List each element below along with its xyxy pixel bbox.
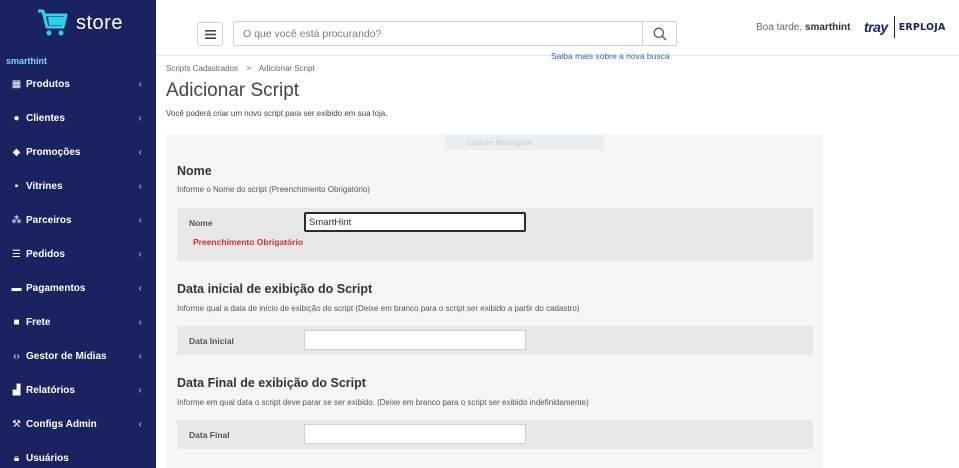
sidebar-item-pagamentos[interactable]: ▬ Pagamentos ‹ bbox=[0, 271, 156, 305]
section-desc-nome: Informe o Nome do script (Preenchimento … bbox=[177, 185, 370, 194]
erploja-logo: ERPLOJA bbox=[898, 21, 946, 33]
sidebar-item-label: Gestor de Mídias bbox=[26, 350, 107, 362]
section-title-data-inicial: Data inicial de exibição do Script bbox=[177, 282, 373, 296]
user-icon: ● bbox=[13, 112, 20, 124]
store-logo[interactable]: store bbox=[36, 8, 123, 38]
chevron-left-icon: ‹ bbox=[138, 215, 142, 226]
search-icon bbox=[653, 27, 666, 40]
box-icon: ▦ bbox=[11, 78, 22, 90]
end-date-field[interactable] bbox=[304, 424, 526, 444]
sidebar-item-label: Usuários bbox=[26, 452, 69, 464]
grid-icon: ▪ bbox=[14, 180, 19, 192]
name-field[interactable] bbox=[304, 212, 526, 232]
truck-icon: ■ bbox=[13, 316, 20, 328]
sidebar-item-label: Configs Admin bbox=[26, 418, 97, 430]
sidebar-item-vitrines[interactable]: ▪ Vitrines ‹ bbox=[0, 169, 156, 203]
section-desc-data-final: Informe em qual data o script deve parar… bbox=[177, 398, 589, 407]
section-desc-data-inicial: Informe qual a data de início de exibiçã… bbox=[177, 304, 580, 313]
code-icon: ‹› bbox=[13, 350, 20, 362]
sidebar-item-label: Pagamentos bbox=[26, 282, 86, 294]
greeting-user: smarthint bbox=[804, 22, 851, 33]
search-info-link[interactable]: Saiba mais sobre a nova busca bbox=[551, 51, 670, 61]
field-row-nome: Nome Preenchimento Obrigatório bbox=[177, 208, 813, 261]
tag-icon: ◆ bbox=[12, 146, 21, 158]
sidebar-item-produtos[interactable]: ▦ Produtos ‹ bbox=[0, 67, 156, 101]
field-label-data-inicial: Data Inicial bbox=[189, 336, 234, 346]
search-box bbox=[233, 21, 678, 46]
card-icon: ▬ bbox=[11, 282, 22, 294]
capture-overlay-label: Capture Retangular bbox=[467, 138, 533, 147]
field-row-data-inicial: Data Inicial bbox=[177, 326, 813, 355]
search-button[interactable] bbox=[642, 22, 676, 45]
chevron-left-icon: ‹ bbox=[138, 419, 142, 430]
field-label-nome: Nome bbox=[189, 218, 213, 228]
chevron-left-icon: ‹ bbox=[138, 317, 142, 328]
sidebar-item-frete[interactable]: ■ Frete ‹ bbox=[0, 305, 156, 339]
lock-icon: 🔒︎ bbox=[13, 452, 20, 464]
greeting-prefix: Boa tarde, bbox=[756, 22, 803, 33]
sidebar-item-pedidos[interactable]: ☰ Pedidos ‹ bbox=[0, 237, 156, 271]
chevron-left-icon: ‹ bbox=[138, 249, 142, 260]
required-error-message: Preenchimento Obrigatório bbox=[193, 237, 304, 247]
search-input[interactable] bbox=[234, 22, 678, 45]
list-icon: ☰ bbox=[12, 248, 21, 260]
chevron-left-icon: ‹ bbox=[138, 283, 142, 294]
sidebar-item-label: Produtos bbox=[26, 78, 70, 90]
sidebar-nav: ▦ Produtos ‹ ● Clientes ‹ ◆ Promoções ‹ … bbox=[0, 67, 156, 468]
sidebar-item-label: Parceiros bbox=[26, 214, 72, 226]
sidebar-item-label: Promoções bbox=[26, 146, 81, 158]
sidebar-item-configs-admin[interactable]: ⚒ Configs Admin ‹ bbox=[0, 407, 156, 441]
greeting: Boa tarde, smarthint bbox=[756, 22, 851, 33]
page-description: Você poderá criar um novo script para se… bbox=[166, 109, 388, 118]
cart-icon bbox=[38, 9, 68, 36]
sidebar-item-clientes[interactable]: ● Clientes ‹ bbox=[0, 101, 156, 135]
sidebar-item-label: Relatórios bbox=[26, 384, 75, 396]
brand-divider bbox=[893, 16, 895, 38]
chevron-left-icon: ‹ bbox=[138, 113, 142, 124]
sidebar-item-gestor-de-midias[interactable]: ‹› Gestor de Mídias ‹ bbox=[0, 339, 156, 373]
top-bar: Saiba mais sobre a nova busca Boa tarde,… bbox=[156, 0, 959, 61]
breadcrumb-item[interactable]: Scripts Cadastrados bbox=[166, 64, 238, 73]
store-name: smarthint bbox=[6, 56, 48, 66]
chevron-left-icon: ‹ bbox=[138, 385, 142, 396]
wrench-icon: ⚒ bbox=[12, 418, 21, 430]
chart-icon: ▟ bbox=[12, 384, 21, 396]
chevron-left-icon: ‹ bbox=[138, 147, 142, 158]
page-title: Adicionar Script bbox=[166, 80, 300, 101]
sidebar-item-label: Frete bbox=[26, 316, 51, 328]
breadcrumb-item: Adicionar Script bbox=[258, 64, 315, 73]
chevron-left-icon: ‹ bbox=[138, 181, 142, 192]
brand-logo: tray ERPLOJA bbox=[864, 16, 946, 38]
menu-toggle-button[interactable] bbox=[197, 22, 223, 46]
chevron-left-icon: ‹ bbox=[138, 79, 142, 90]
section-title-data-final: Data Final de exibição do Script bbox=[177, 376, 366, 390]
sidebar-item-label: Vitrines bbox=[26, 180, 63, 192]
capture-overlay: Capture Retangular bbox=[445, 135, 604, 150]
sidebar-item-label: Clientes bbox=[26, 112, 65, 124]
logo-text: store bbox=[76, 11, 123, 34]
section-title-nome: Nome bbox=[177, 164, 212, 178]
tray-logo: tray bbox=[864, 19, 888, 35]
sidebar-item-promocoes[interactable]: ◆ Promoções ‹ bbox=[0, 135, 156, 169]
chevron-left-icon: ‹ bbox=[138, 351, 142, 362]
breadcrumb: Scripts Cadastrados > Adicionar Script bbox=[166, 64, 315, 73]
sidebar-item-usuarios[interactable]: 🔒︎ Usuários bbox=[0, 441, 156, 468]
hamburger-icon bbox=[204, 29, 216, 39]
sidebar: store smarthint ▦ Produtos ‹ ● Clientes … bbox=[0, 0, 156, 468]
sidebar-item-parceiros[interactable]: ⁂ Parceiros ‹ bbox=[0, 203, 156, 237]
sidebar-item-label: Pedidos bbox=[26, 248, 65, 260]
field-row-data-final: Data Final bbox=[177, 420, 813, 449]
field-label-data-final: Data Final bbox=[189, 430, 230, 440]
sidebar-item-relatorios[interactable]: ▟ Relatórios ‹ bbox=[0, 373, 156, 407]
start-date-field[interactable] bbox=[304, 330, 526, 350]
users-icon: ⁂ bbox=[11, 214, 22, 226]
breadcrumb-separator: > bbox=[246, 64, 251, 73]
